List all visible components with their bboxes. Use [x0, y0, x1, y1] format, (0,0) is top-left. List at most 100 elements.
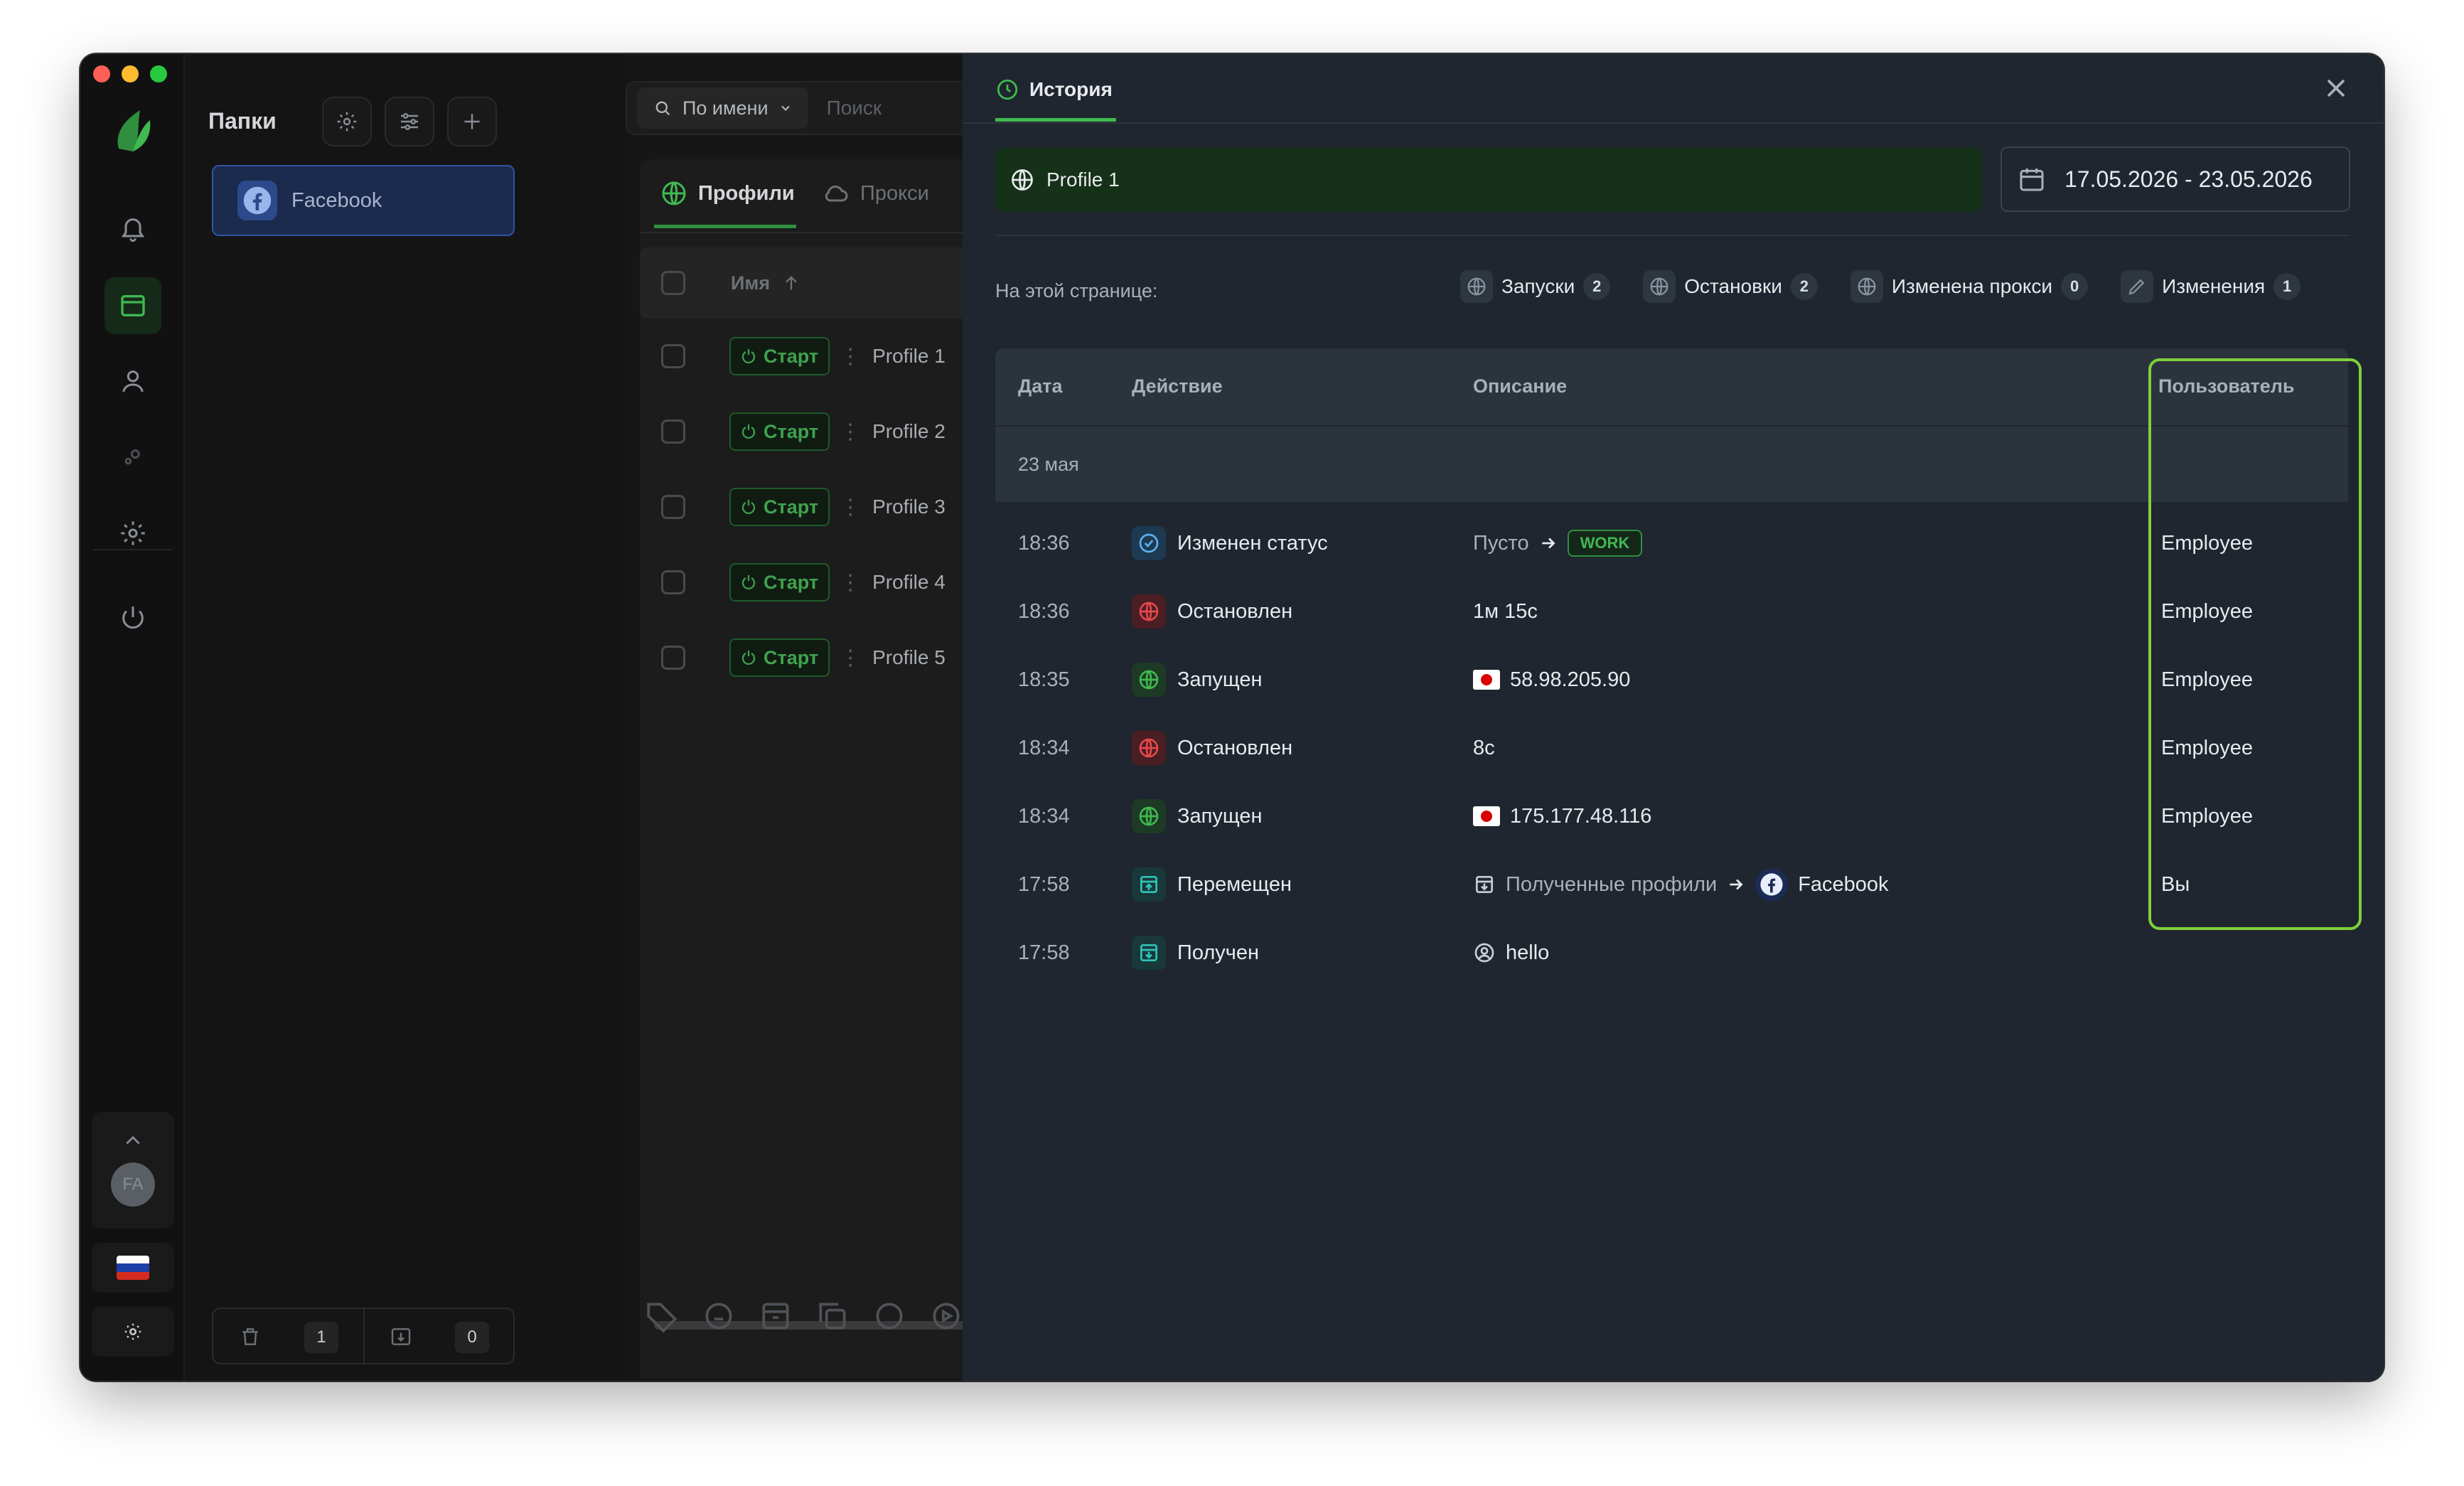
active-tab-indicator — [995, 118, 1116, 122]
move-icon — [1132, 867, 1166, 902]
profile-row[interactable]: Старт ⋮ Profile 2 — [640, 394, 946, 469]
tab-history[interactable]: История — [995, 73, 1113, 107]
extensions-icon[interactable] — [105, 428, 161, 485]
play-icon[interactable] — [928, 1298, 964, 1334]
history-row: 17:58 Перемещен Полученные профили Faceb… — [995, 850, 2348, 919]
trash-count: 1 — [304, 1322, 338, 1353]
profile-name: Profile 3 — [872, 496, 946, 518]
history-row: 18:34 Остановлен 8с Employee — [995, 714, 2348, 782]
avatar[interactable]: FA — [111, 1162, 155, 1207]
facebook-icon — [237, 181, 277, 220]
row-action: Остановлен — [1132, 731, 1292, 765]
status-check-icon — [1132, 526, 1166, 560]
search-input[interactable]: Поиск — [827, 97, 882, 119]
date-group-row: 23 мая — [995, 427, 2348, 502]
minimize-window-button[interactable] — [122, 65, 139, 82]
history-tab-label: История — [1029, 78, 1113, 100]
row-description: Пусто WORK — [1473, 526, 1643, 560]
start-button[interactable]: Старт — [729, 488, 830, 526]
copy-icon[interactable] — [815, 1298, 850, 1334]
archive-button[interactable] — [390, 1325, 412, 1348]
row-description: 8с — [1473, 736, 1495, 759]
settings-icon[interactable] — [105, 505, 161, 562]
cookie-icon[interactable] — [872, 1298, 907, 1334]
column-date: Дата — [1018, 375, 1063, 397]
power-icon[interactable] — [105, 589, 161, 646]
row-checkbox[interactable] — [661, 419, 685, 444]
tab-label: Прокси — [860, 181, 929, 205]
folder-item-facebook[interactable]: Facebook — [212, 165, 515, 236]
stat-stops[interactable]: Остановки 2 — [1643, 270, 1818, 303]
stat-label: Изменена прокси — [1891, 275, 2053, 297]
row-time: 18:35 — [1018, 668, 1070, 691]
profile-selector[interactable]: Profile 1 — [995, 148, 1982, 212]
folder-filter-button[interactable] — [385, 97, 434, 146]
language-button[interactable] — [92, 1243, 174, 1293]
start-button[interactable]: Старт — [729, 337, 830, 375]
arrow-right-icon — [1730, 879, 1743, 890]
close-window-button[interactable] — [93, 65, 110, 82]
stat-launches[interactable]: Запуски 2 — [1460, 270, 1611, 303]
date-range-picker[interactable]: 17.05.2026 - 23.05.2026 — [2000, 146, 2350, 212]
row-checkbox[interactable] — [661, 344, 685, 368]
name-column-header[interactable]: Имя — [731, 272, 770, 294]
chevron-up-icon[interactable] — [124, 1134, 142, 1147]
gear-icon — [337, 112, 357, 132]
row-time: 18:34 — [1018, 737, 1070, 759]
chevron-down-icon — [781, 105, 790, 111]
row-checkbox[interactable] — [661, 495, 685, 519]
nav-rail: FA — [80, 54, 185, 1381]
row-description: 1м 15с — [1473, 599, 1538, 623]
profile-row[interactable]: Старт ⋮ Profile 3 — [640, 469, 946, 545]
tab-profiles[interactable]: Профили — [650, 173, 805, 213]
start-button[interactable]: Старт — [729, 638, 830, 677]
profile-row[interactable]: Старт ⋮ Profile 1 — [640, 319, 946, 394]
theme-toggle[interactable] — [92, 1307, 174, 1357]
bell-icon[interactable] — [105, 201, 161, 257]
archive-icon — [391, 1328, 411, 1345]
folder-settings-button[interactable] — [322, 97, 372, 146]
power-start-icon — [741, 651, 756, 666]
tag-icon[interactable] — [644, 1298, 680, 1334]
search-mode-label: По имени — [682, 97, 768, 119]
maximize-window-button[interactable] — [150, 65, 167, 82]
stat-label: Остановки — [1684, 275, 1782, 297]
globe-icon — [1467, 277, 1486, 296]
emoji-icon[interactable] — [701, 1298, 736, 1334]
history-row: 17:58 Получен hello — [995, 919, 2348, 987]
search-mode-select[interactable]: По имени — [637, 87, 808, 129]
row-time: 17:58 — [1018, 941, 1070, 964]
row-checkbox[interactable] — [661, 570, 685, 594]
archive-count: 0 — [455, 1322, 489, 1353]
add-folder-button[interactable] — [447, 97, 497, 146]
profile-row[interactable]: Старт ⋮ Profile 4 — [640, 545, 946, 620]
account-box: FA — [92, 1112, 174, 1229]
power-start-icon — [741, 424, 756, 439]
user-column-highlight — [2148, 358, 2362, 930]
profile-selector-label: Profile 1 — [1046, 169, 1120, 191]
clock-icon — [997, 79, 1018, 100]
user-icon[interactable] — [105, 353, 161, 410]
row-description: Полученные профили Facebook — [1473, 867, 1889, 902]
trash-button[interactable] — [239, 1325, 262, 1348]
row-description: hello — [1473, 936, 1549, 970]
stat-label: Изменения — [2162, 275, 2266, 297]
archive-icon[interactable] — [758, 1298, 793, 1334]
row-checkbox[interactable] — [661, 646, 685, 670]
stat-proxy-changes[interactable]: Изменена прокси 0 — [1850, 270, 2089, 303]
profile-row[interactable]: Старт ⋮ Profile 5 — [640, 620, 946, 695]
stat-edits[interactable]: Изменения 1 — [2121, 270, 2301, 303]
globe-stop-icon — [1132, 594, 1166, 629]
select-all-checkbox[interactable] — [661, 271, 685, 295]
calendar-icon — [2020, 169, 2044, 191]
globe-icon — [1650, 277, 1668, 296]
tab-proxy[interactable]: Прокси — [822, 173, 929, 213]
japan-flag-icon — [1473, 806, 1500, 826]
start-button[interactable]: Старт — [729, 563, 830, 602]
start-button[interactable]: Старт — [729, 412, 830, 451]
stat-count: 2 — [1583, 273, 1611, 300]
facebook-icon — [1755, 868, 1789, 901]
profiles-nav-icon[interactable] — [105, 277, 161, 334]
close-icon[interactable] — [2320, 73, 2352, 104]
sort-asc-icon[interactable] — [781, 273, 801, 293]
